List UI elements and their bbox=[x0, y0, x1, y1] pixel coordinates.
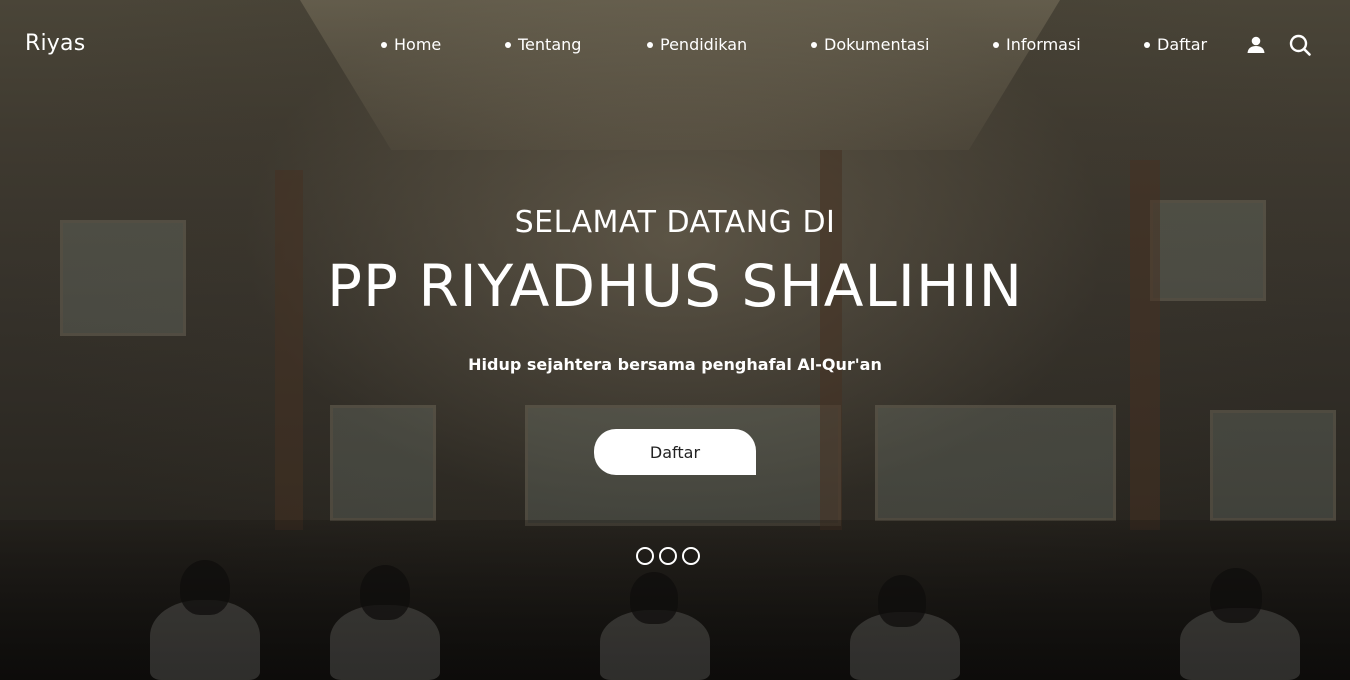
nav-item-dokumentasi[interactable]: Dokumentasi bbox=[811, 35, 929, 54]
background-person bbox=[360, 565, 410, 620]
bullet-icon bbox=[1144, 41, 1150, 48]
carousel-indicators bbox=[636, 547, 700, 565]
bullet-icon bbox=[811, 41, 817, 48]
nav-item-label: Pendidikan bbox=[660, 35, 748, 54]
nav-item-pendidikan[interactable]: Pendidikan bbox=[647, 35, 747, 54]
nav-item-label: Dokumentasi bbox=[824, 35, 930, 54]
nav-item-label: Daftar bbox=[1157, 35, 1208, 54]
nav-item-informasi[interactable]: Informasi bbox=[993, 35, 1081, 54]
background-person bbox=[878, 575, 926, 627]
nav-item-daftar[interactable]: Daftar bbox=[1144, 35, 1207, 54]
carousel-dot-2[interactable] bbox=[659, 547, 677, 565]
nav-item-label: Informasi bbox=[1006, 35, 1081, 54]
search-icon[interactable] bbox=[1288, 33, 1312, 57]
background-person bbox=[1210, 568, 1262, 623]
nav-item-tentang[interactable]: Tentang bbox=[505, 35, 581, 54]
hero-section: Riyas Home Tentang Pendidikan Dokumentas… bbox=[0, 0, 1350, 680]
hero-subtitle: SELAMAT DATANG DI bbox=[514, 205, 836, 240]
hero-tagline: Hidup sejahtera bersama penghafal Al-Qur… bbox=[468, 355, 882, 374]
hero-title: PP RIYADHUS SHALIHIN bbox=[326, 252, 1023, 320]
register-button[interactable]: Daftar bbox=[594, 429, 756, 475]
navbar: Riyas Home Tentang Pendidikan Dokumentas… bbox=[0, 0, 1350, 90]
bullet-icon bbox=[381, 41, 387, 48]
background-person bbox=[630, 572, 678, 624]
carousel-dot-1[interactable] bbox=[636, 547, 654, 565]
bullet-icon bbox=[647, 41, 653, 48]
carousel-dot-3[interactable] bbox=[682, 547, 700, 565]
background-window bbox=[330, 405, 436, 521]
background-window bbox=[875, 405, 1116, 521]
bullet-icon bbox=[505, 41, 511, 48]
brand-logo[interactable]: Riyas bbox=[25, 31, 85, 56]
background-person bbox=[180, 560, 230, 615]
nav-item-label: Home bbox=[394, 35, 442, 54]
user-icon[interactable] bbox=[1244, 33, 1268, 57]
nav-item-label: Tentang bbox=[518, 35, 582, 54]
nav-item-home[interactable]: Home bbox=[381, 35, 441, 54]
background-window bbox=[1210, 410, 1336, 521]
bullet-icon bbox=[993, 41, 999, 48]
